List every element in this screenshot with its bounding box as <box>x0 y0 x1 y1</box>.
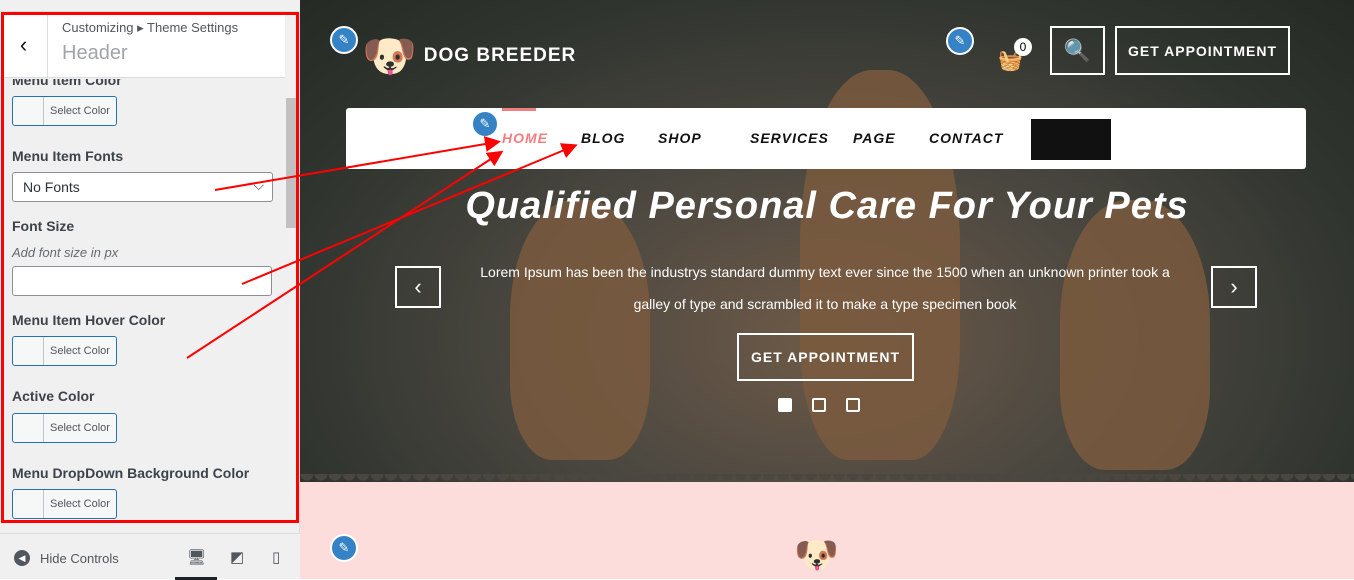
back-button[interactable]: ‹ <box>0 12 48 78</box>
hover-color-button[interactable]: Select Color <box>12 336 117 366</box>
dog-section-icon: 🐶 <box>794 534 839 575</box>
font-size-input[interactable] <box>12 266 272 296</box>
label-menu-item-fonts: Menu Item Fonts <box>12 148 124 164</box>
customizer-footer: ◀ Hide Controls 🖥 ◩ ▯ <box>0 533 300 580</box>
prev-slide-button[interactable]: ‹ <box>395 266 441 308</box>
get-appointment-button[interactable]: GET APPOINTMENT <box>1115 26 1290 75</box>
hide-controls-label: Hide Controls <box>40 550 119 566</box>
nav-blog[interactable]: BLOG <box>581 130 625 146</box>
select-color-label: Select Color <box>50 105 110 117</box>
slide-dot-3[interactable] <box>846 398 860 412</box>
section-title: Header <box>62 42 128 64</box>
cart-count: 0 <box>1014 38 1032 56</box>
dog-logo-icon: 🐶 <box>362 32 418 81</box>
select-color-label: Select Color <box>50 422 110 434</box>
nav-services[interactable]: SERVICES <box>750 130 829 146</box>
hide-controls-button[interactable]: ◀ Hide Controls <box>14 550 119 566</box>
select-color-label: Select Color <box>50 345 110 357</box>
hero-appointment-button[interactable]: GET APPOINTMENT <box>737 333 914 381</box>
nav-shop[interactable]: SHOP <box>658 130 702 146</box>
scrollbar[interactable] <box>286 98 297 228</box>
search-button[interactable]: 🔍 <box>1050 26 1105 75</box>
color-swatch <box>13 490 44 518</box>
select-color-label: Select Color <box>50 498 110 510</box>
hero-text: Lorem Ipsum has been the industrys stand… <box>480 264 1170 312</box>
nav-home[interactable]: HOME <box>502 130 548 146</box>
dog-image <box>1060 200 1210 470</box>
tablet-preview-icon[interactable]: ◩ <box>230 548 244 566</box>
label-font-size: Font Size <box>12 218 75 234</box>
menu-item-fonts-select[interactable]: No Fonts ⌵ <box>12 172 273 202</box>
breadcrumb: Customizing ▸ Theme Settings <box>62 20 239 35</box>
customizer-panel: ‹ Customizing ▸ Theme Settings Header Me… <box>0 0 300 580</box>
active-color-button[interactable]: Select Color <box>12 413 117 443</box>
wave-divider <box>300 474 1354 488</box>
logo-text: DOG BREEDER <box>423 45 577 66</box>
label-active-color: Active Color <box>12 388 95 404</box>
color-swatch <box>13 337 44 365</box>
label-menu-item-hover-color: Menu Item Hover Color <box>12 312 166 328</box>
chevron-down-icon: ⌵ <box>253 177 264 193</box>
dropdown-bg-color-button[interactable]: Select Color <box>12 489 117 519</box>
mobile-preview-icon[interactable]: ▯ <box>272 548 280 566</box>
edit-shortcut-icon[interactable]: ✎ <box>471 110 499 138</box>
hero-title: Qualified Personal Care For Your Pets <box>465 185 1189 227</box>
color-swatch <box>13 414 44 442</box>
slide-dot-2[interactable] <box>812 398 826 412</box>
menu-item-color-button[interactable]: Select Color <box>12 96 117 126</box>
section-header: ‹ Customizing ▸ Theme Settings Header <box>0 12 285 78</box>
desktop-preview-icon[interactable]: 🖥 <box>187 548 206 566</box>
site-logo[interactable]: 🐶 DOG BREEDER <box>362 30 576 82</box>
nav-contact[interactable]: CONTACT <box>929 130 1003 146</box>
site-preview: ✎ 🐶 DOG BREEDER ✎ 🧺 0 🔍 GET APPOINTMENT H… <box>300 0 1354 579</box>
search-icon: 🔍 <box>1063 37 1092 63</box>
edit-shortcut-icon[interactable]: ✎ <box>330 534 358 562</box>
top-strip <box>0 0 300 12</box>
edit-shortcut-icon[interactable]: ✎ <box>330 26 358 54</box>
edit-shortcut-icon[interactable]: ✎ <box>946 27 974 55</box>
color-swatch <box>13 97 44 125</box>
dog-image <box>510 200 650 460</box>
nav-dark-block <box>1031 119 1111 160</box>
label-dropdown-bg-color: Menu DropDown Background Color <box>12 465 250 481</box>
active-indicator <box>502 108 536 111</box>
next-slide-button[interactable]: › <box>1211 266 1257 308</box>
font-size-hint: Add font size in px <box>12 245 119 260</box>
slide-dot-1[interactable] <box>778 398 792 412</box>
collapse-icon: ◀ <box>14 550 30 566</box>
nav-page[interactable]: PAGE <box>853 130 896 146</box>
select-value: No Fonts <box>23 179 80 195</box>
